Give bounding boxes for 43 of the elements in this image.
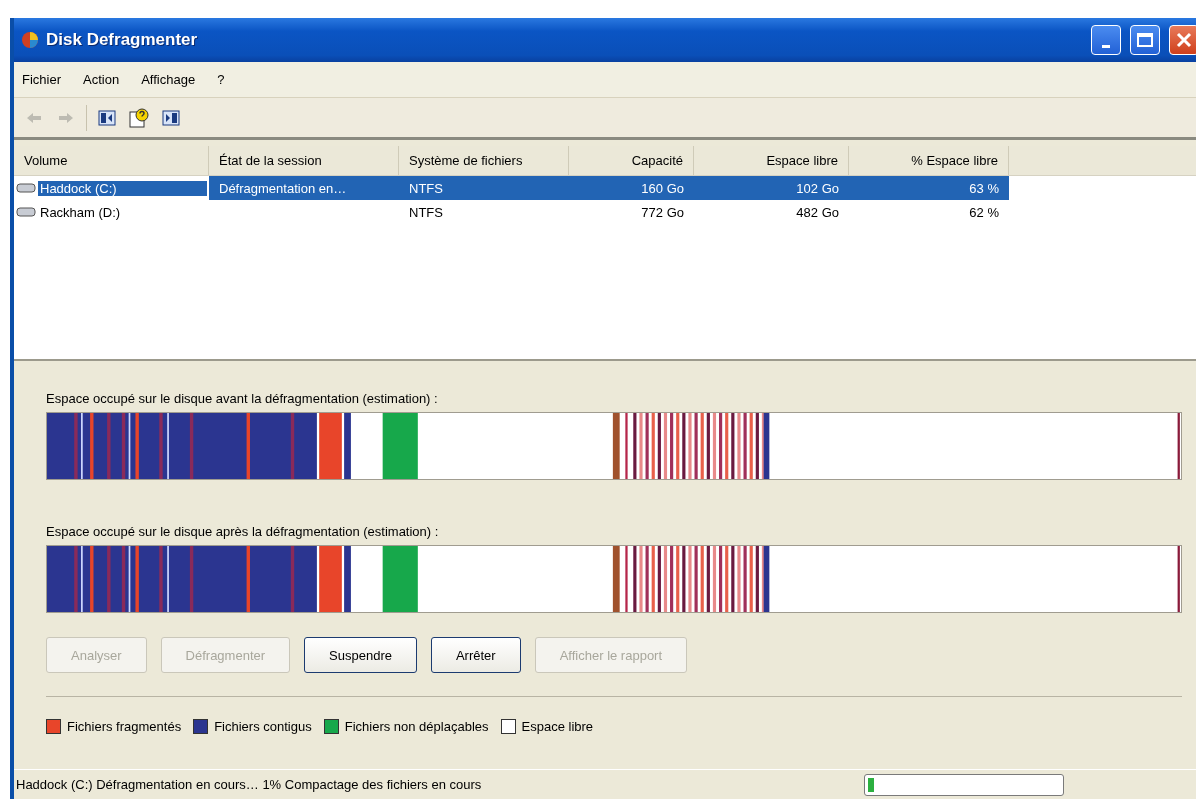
menu-item[interactable]: Affichage	[141, 72, 196, 87]
window-title: Disk Defragmenter	[46, 30, 199, 50]
column-header[interactable]: Capacité	[569, 146, 694, 175]
drive-icon	[16, 182, 36, 194]
minimize-icon	[1102, 44, 1110, 48]
table-cell: 102 Go	[796, 180, 839, 196]
menu-item[interactable]: ?	[217, 72, 225, 87]
column-header[interactable]: Volume	[14, 146, 209, 175]
table-row-item[interactable]: Haddock (C:)	[38, 180, 207, 196]
close-button[interactable]	[1169, 25, 1196, 55]
legend-label: Espace libre	[521, 719, 594, 734]
minimize-button[interactable]	[1091, 25, 1121, 55]
disk-map-label: Espace occupé sur le disque avant la défragmentation (estimation) :	[46, 391, 439, 406]
legend-label: Fichiers fragmentés	[67, 719, 182, 734]
column-header[interactable]: Système de fichiers	[399, 146, 569, 175]
table-cell: 482 Go	[796, 204, 839, 220]
table-cell: 62 %	[969, 204, 999, 220]
panel-icon[interactable]	[162, 109, 180, 126]
column-header[interactable]: État de la session	[209, 146, 399, 175]
legend-label: Fichiers contigus	[214, 719, 312, 734]
legend-label: Fichiers non déplaçables	[344, 719, 489, 734]
disk-map-label: Espace occupé sur le disque après la défragmentation (estimation) :	[46, 524, 440, 539]
table-cell: NTFS	[409, 204, 443, 220]
action-button[interactable]: Suspendre	[304, 637, 417, 673]
maximize-icon	[1137, 33, 1153, 47]
table-cell: Défragmentation en…	[219, 180, 347, 196]
panel-icon[interactable]	[98, 109, 116, 126]
help-icon[interactable]	[128, 106, 150, 129]
menu-item[interactable]: Fichier	[22, 72, 61, 87]
status-text: Haddock (C:) Défragmentation en cours… 1% Compactage des fichiers en cours	[15, 777, 483, 792]
menu-item[interactable]: Action	[83, 72, 120, 87]
table-cell: NTFS	[409, 180, 443, 196]
drive-icon	[16, 206, 36, 218]
close-icon	[1176, 32, 1192, 48]
table-cell: 63 %	[969, 180, 999, 196]
table-row-item[interactable]: Rackham (D:)	[38, 204, 207, 220]
action-button[interactable]: Arrêter	[430, 637, 521, 673]
table-cell: 772 Go	[641, 204, 684, 220]
column-header[interactable]: % Espace libre	[849, 146, 1009, 175]
table-cell: 160 Go	[641, 180, 684, 196]
app-logo-icon	[20, 30, 40, 50]
maximize-button[interactable]	[1130, 25, 1160, 55]
column-header[interactable]: Espace libre	[694, 146, 849, 175]
